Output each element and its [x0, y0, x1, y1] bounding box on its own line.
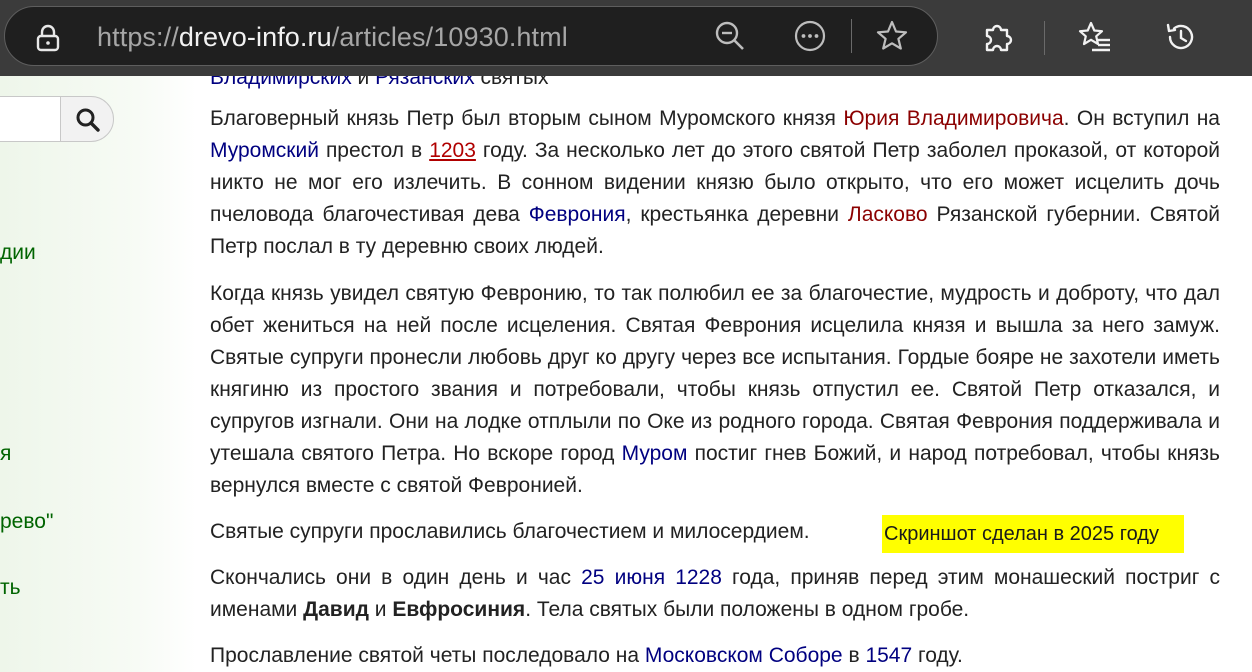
search-icon — [76, 108, 100, 132]
text: Когда князь увидел святую Февронию, то т… — [210, 282, 1220, 465]
favorites-list-icon[interactable] — [1078, 20, 1112, 54]
text: и — [351, 76, 376, 89]
link-yuri-vladimirovich[interactable]: Юрия Владимировича — [843, 107, 1063, 130]
text: и — [368, 598, 393, 621]
text: . Он вступил на — [1063, 107, 1220, 130]
search-input[interactable] — [0, 96, 62, 142]
link-murom[interactable]: Муром — [622, 442, 688, 465]
sidebar-link-4[interactable]: ть — [0, 575, 21, 601]
text: в — [842, 644, 866, 667]
browser-toolbar: https://drevo-info.ru/articles/10930.htm… — [0, 0, 1252, 76]
toolbar-separator-2 — [1044, 21, 1045, 55]
cut-off-line: Владимирских и Рязанских святых — [210, 76, 1220, 98]
address-bar[interactable]: https://drevo-info.ru/articles/10930.htm… — [4, 6, 938, 66]
link-ryazan-saints[interactable]: Рязанских — [375, 76, 475, 89]
paragraph-2: Когда князь увидел святую Февронию, то т… — [210, 278, 1220, 502]
link-vladimir-saints[interactable]: Владимирских — [210, 76, 352, 89]
link-muromsky[interactable]: Муромский — [210, 139, 319, 162]
paragraph-4: Скончались они в один день и час 25 июня… — [210, 562, 1220, 626]
text: Скончались они в один день и час — [210, 566, 582, 589]
text: Прославление святой четы последовало на — [210, 644, 645, 667]
name-david: Давид — [303, 598, 369, 621]
url-text[interactable]: https://drevo-info.ru/articles/10930.htm… — [97, 19, 568, 55]
text: году. — [912, 644, 963, 667]
link-laskovo[interactable]: Ласково — [848, 203, 928, 226]
lock-icon[interactable] — [35, 24, 61, 52]
history-icon[interactable] — [1164, 20, 1198, 54]
url-scheme: https:// — [97, 22, 179, 52]
search-button[interactable] — [60, 96, 114, 142]
text: престол в — [318, 139, 430, 162]
more-icon[interactable] — [793, 19, 827, 53]
link-1203[interactable]: 1203 — [429, 139, 476, 162]
link-date-1228[interactable]: 25 июня 1228 — [581, 566, 722, 589]
zoom-out-icon[interactable] — [713, 19, 747, 53]
toolbar-separator — [851, 19, 852, 53]
text: Благоверный князь Петр был вторым сыном … — [210, 107, 844, 130]
sidebar-link-2[interactable]: я — [0, 441, 11, 467]
text: , крестьянка деревни — [625, 203, 848, 226]
text: . Тела святых были положены в одном гроб… — [525, 598, 970, 621]
favorite-star-icon[interactable] — [875, 19, 909, 53]
name-evfrosinia: Евфросиния — [392, 598, 526, 621]
url-path: /articles/10930.html — [331, 22, 568, 52]
sidebar — [0, 76, 196, 672]
sidebar-link-3[interactable]: рево" — [0, 509, 53, 535]
link-moscow-council[interactable]: Московском Соборе — [645, 644, 843, 667]
link-1547[interactable]: 1547 — [865, 644, 912, 667]
url-host: drevo-info.ru — [178, 22, 332, 52]
screenshot-note-badge: Скриншот сделан в 2025 году — [882, 515, 1184, 553]
text: святых — [474, 76, 549, 89]
paragraph-1: Благоверный князь Петр был вторым сыном … — [210, 103, 1220, 263]
link-fevronia[interactable]: Феврония — [529, 203, 626, 226]
paragraph-5: Прославление святой четы последовало на … — [210, 640, 1220, 672]
extensions-icon[interactable] — [980, 20, 1014, 54]
sidebar-link-1[interactable]: дии — [0, 240, 36, 266]
